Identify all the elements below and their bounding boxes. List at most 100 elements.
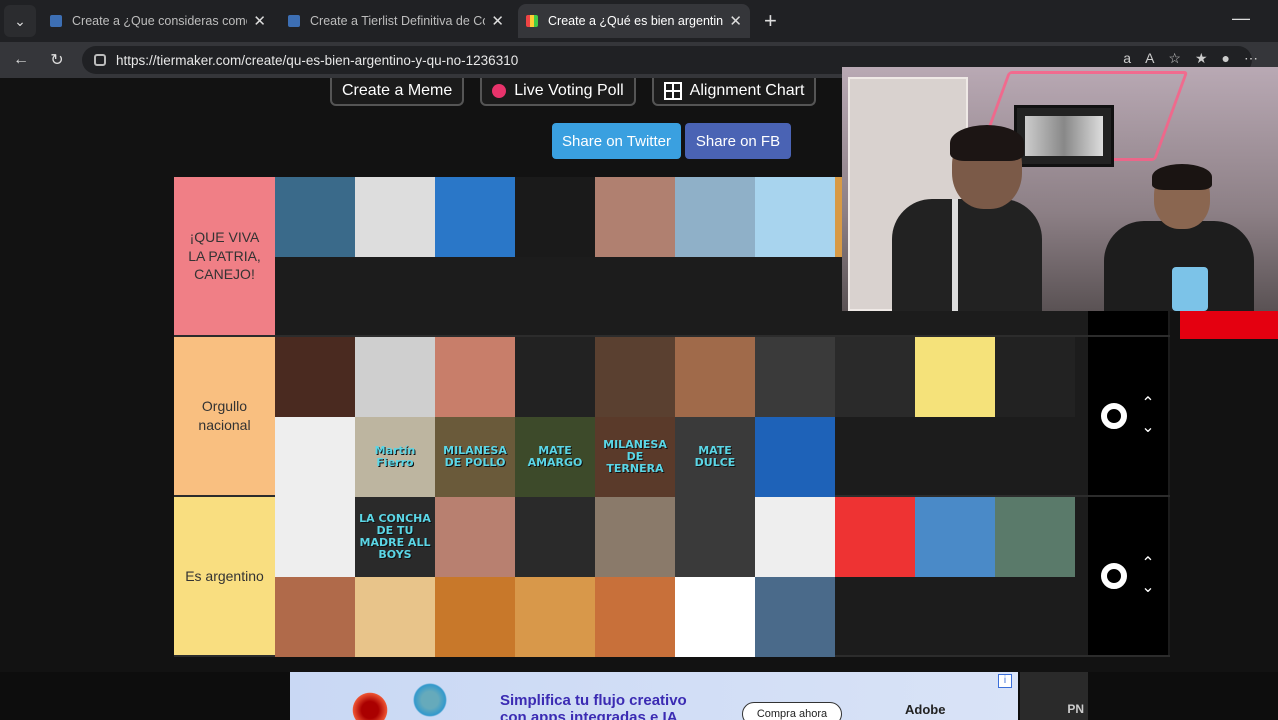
tier-item-paco-product[interactable] <box>835 497 915 577</box>
tier-item-perito-moreno[interactable] <box>755 177 835 257</box>
ad-banner[interactable]: Simplifica tu flujo creativo con apps in… <box>290 672 1018 720</box>
browser-tab-bar: ⌄ Create a ¿Que consideras como ir ✕ Cre… <box>0 0 1278 42</box>
move-arrows: ⌃ ⌄ <box>1141 396 1154 436</box>
tier-item-long-hair-man[interactable] <box>595 497 675 577</box>
tab-title: Create a ¿Qué es bien argentino y <box>548 14 724 28</box>
alignment-chart-label: Alignment Chart <box>689 82 805 99</box>
tab-menu-button[interactable]: ⌄ <box>4 5 36 37</box>
tier-item-dulce-de-leche[interactable] <box>995 337 1075 417</box>
live-voting-poll-button[interactable]: Live Voting Poll <box>480 78 636 106</box>
tier-item-fernet-bottle[interactable] <box>515 337 595 417</box>
tier-item-cookies[interactable] <box>355 577 435 657</box>
back-arrow-icon[interactable]: ← <box>6 51 36 69</box>
tier-item-messi[interactable] <box>515 177 595 257</box>
tier-item-caption: MILANESA DE POLLO <box>443 443 507 469</box>
create-meme-button[interactable]: Create a Meme <box>330 78 465 106</box>
star-icon[interactable]: ☆ <box>1168 50 1181 67</box>
ad-headline: Simplifica tu flujo creativo con apps in… <box>500 692 687 720</box>
more-icon[interactable]: ⋯ <box>1244 50 1258 67</box>
tier-item-iguazu-falls[interactable] <box>675 177 755 257</box>
tier-item-mate-amargo[interactable]: MATE AMARGO <box>515 417 595 497</box>
tier-item-croissants[interactable] <box>435 577 515 657</box>
gear-icon[interactable] <box>1101 563 1128 589</box>
close-icon[interactable]: ✕ <box>729 12 742 30</box>
tab-title: Create a ¿Que consideras como ir <box>72 14 248 28</box>
tier-item-islas-malvinas[interactable] <box>275 177 355 257</box>
tab-1[interactable]: Create a ¿Que consideras como ir ✕ <box>42 4 274 38</box>
tier-item-caption: MILANESA DE TERNERA <box>603 437 667 476</box>
webcam-person-left <box>892 125 1042 311</box>
translate-icon[interactable]: a <box>1123 50 1131 67</box>
tier-label[interactable]: ¡QUE VIVA LA PATRIA, CANEJO! <box>174 177 275 335</box>
create-meme-label: Create a Meme <box>342 82 453 99</box>
tab-2[interactable]: Create a Tierlist Definitiva de Con ✕ <box>280 4 512 38</box>
tier-item-video-man[interactable] <box>995 497 1075 577</box>
share-twitter-button[interactable]: Share on Twitter <box>552 123 681 159</box>
tier-item-masked-wrestler[interactable] <box>515 497 595 577</box>
tab-favicon-icon <box>50 15 62 27</box>
chevron-up-icon[interactable]: ⌃ <box>1141 396 1154 412</box>
tier-item-asado[interactable] <box>275 337 355 417</box>
tier-item-alfajores-white[interactable] <box>275 497 355 577</box>
tier-item-mate-dulce[interactable]: MATE DULCE <box>675 417 755 497</box>
ad-brand: Adobe <box>905 702 946 717</box>
tier-item-traditional-dancers[interactable] <box>275 577 355 657</box>
tier-item-streamer-cap[interactable] <box>675 497 755 577</box>
alignment-chart-button[interactable]: Alignment Chart <box>651 78 817 106</box>
url-text: https://tiermaker.com/create/qu-es-bien-… <box>116 52 519 68</box>
tier-item-actor-portrait[interactable] <box>595 337 675 417</box>
tier-row: Es argentino LA CONCHA DE TU MADRE ALL BO… <box>174 497 1170 657</box>
new-tab-button[interactable]: + <box>764 8 777 34</box>
tier-item-wrestler-blonde[interactable] <box>435 497 515 577</box>
tier-controls: ⌃ ⌄ <box>1088 497 1168 655</box>
tier-item-pastries[interactable] <box>515 577 595 657</box>
tier-item-caption: LA CONCHA DE TU MADRE ALL BOYS <box>359 511 431 562</box>
tier-item-exquisita-box[interactable] <box>915 497 995 577</box>
tier-item-cartoon-character[interactable] <box>915 337 995 417</box>
tier-item-casa-rosada[interactable] <box>435 337 515 417</box>
chevron-down-icon: ⌄ <box>14 12 26 29</box>
live-voting-label: Live Voting Poll <box>514 82 624 99</box>
tier-item-singer-portrait[interactable] <box>595 177 675 257</box>
tier-item-la-concha-de-tu-madre[interactable]: LA CONCHA DE TU MADRE ALL BOYS <box>355 497 435 577</box>
profile-icon[interactable]: ● <box>1222 50 1230 67</box>
minimize-icon[interactable]: — <box>1232 8 1250 29</box>
tier-item-rocklets-bag[interactable] <box>755 417 835 497</box>
tier-item-milanesa-pollo[interactable]: MILANESA DE POLLO <box>435 417 515 497</box>
tier-item-bearded-man[interactable] <box>755 337 835 417</box>
read-aloud-icon[interactable]: A <box>1145 50 1154 67</box>
ad-line-2: con apps integradas e IA <box>500 709 678 720</box>
tier-item-maradona[interactable] <box>435 177 515 257</box>
chevron-up-icon[interactable]: ⌃ <box>1141 556 1154 572</box>
tier-item-borges[interactable] <box>355 337 435 417</box>
tier-item-band-photo[interactable] <box>835 337 915 417</box>
tab-title: Create a Tierlist Definitiva de Con <box>310 14 486 28</box>
tier-label[interactable]: Es argentino <box>174 497 275 655</box>
ad-cta-button[interactable]: Compra ahora <box>742 702 842 720</box>
tier-label[interactable]: Orgullo nacional <box>174 337 275 495</box>
tier-item-san-martin[interactable] <box>355 177 435 257</box>
chevron-down-icon[interactable]: ⌄ <box>1141 580 1154 596</box>
share-fb-button[interactable]: Share on FB <box>685 123 791 159</box>
tab-3-active[interactable]: Create a ¿Qué es bien argentino y ✕ <box>518 4 750 38</box>
ad-info-icon[interactable]: i <box>998 674 1012 688</box>
tier-row: Orgullo nacional Martín Fierro MILANESA DE… <box>174 337 1170 497</box>
close-icon[interactable]: ✕ <box>253 12 266 30</box>
gear-icon[interactable] <box>1101 403 1128 429</box>
favorites-icon[interactable]: ★ <box>1195 50 1208 67</box>
reload-icon[interactable]: ↻ <box>42 50 72 70</box>
tier-items: Martín Fierro MILANESA DE POLLO MATE AMARG… <box>275 337 1088 497</box>
chevron-down-icon[interactable]: ⌄ <box>1141 420 1154 436</box>
tier-item-alfajor-box[interactable] <box>275 417 355 497</box>
tier-item-martin-fierro[interactable]: Martín Fierro <box>355 417 435 497</box>
action-buttons: Create a Meme Live Voting Poll Alignment… <box>330 78 817 106</box>
site-info-icon[interactable] <box>94 54 106 66</box>
tier-item-curly-hair-man[interactable] <box>675 337 755 417</box>
tiermaker-favicon-icon <box>526 15 538 27</box>
tier-item-milanesa-ternera[interactable]: MILANESA DE TERNERA <box>595 417 675 497</box>
close-icon[interactable]: ✕ <box>491 12 504 30</box>
tier-item-tv-presenter[interactable] <box>755 577 835 657</box>
tier-item-river-plate-badge[interactable] <box>675 577 755 657</box>
tier-item-magazine-cover[interactable] <box>755 497 835 577</box>
tier-item-pepas[interactable] <box>595 577 675 657</box>
